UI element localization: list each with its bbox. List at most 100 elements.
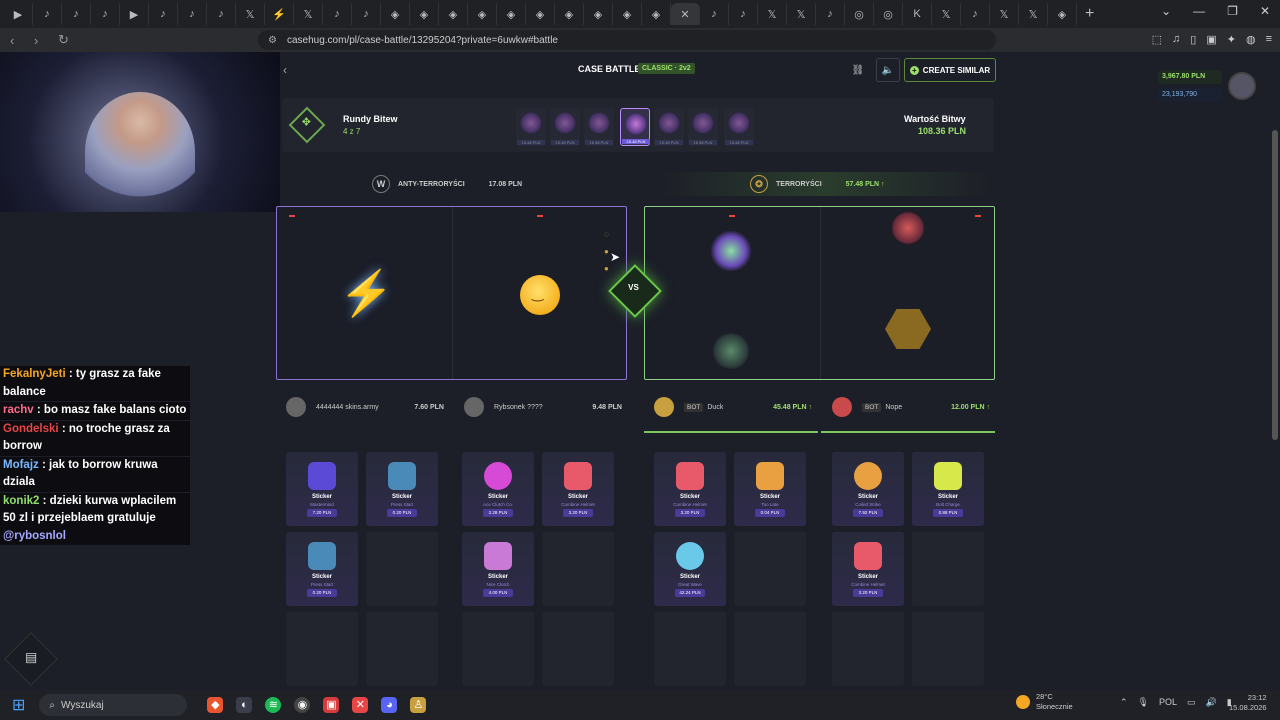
tab-x[interactable]: 𝕏: [236, 3, 265, 25]
round-case[interactable]: 15.48 PLN: [584, 108, 614, 146]
drop-card[interactable]: Sticker Coiled Strike 7.92 PLN: [832, 452, 904, 526]
new-tab-button[interactable]: +: [1085, 5, 1094, 23]
create-similar-button[interactable]: + CREATE SIMILAR: [904, 58, 996, 82]
tab-tiktok[interactable]: ♪: [62, 3, 91, 25]
tab-casehug[interactable]: ◈: [410, 3, 439, 25]
forward-icon[interactable]: ›: [34, 33, 48, 48]
extension-icon[interactable]: ⬚: [1152, 33, 1162, 46]
tab-instagram[interactable]: ◎: [845, 3, 874, 25]
back-arrow-icon[interactable]: ‹: [283, 63, 287, 77]
wallet-icon[interactable]: ▣: [1206, 33, 1216, 46]
player-slot[interactable]: BOT Nope 12.00 PLN ↑: [832, 392, 994, 422]
round-case[interactable]: 15.48 PLN: [654, 108, 684, 146]
drop-card[interactable]: Sticker Too Late 0.04 PLN: [734, 452, 806, 526]
round-case[interactable]: 15.48 PLN: [688, 108, 718, 146]
tab-kick[interactable]: K: [903, 3, 932, 25]
tab-tiktok[interactable]: ♪: [961, 3, 990, 25]
taskbar-clock[interactable]: 23:12 15.08.2026: [1229, 693, 1267, 713]
app-icon[interactable]: ♙: [410, 697, 427, 713]
language-indicator[interactable]: POL: [1159, 697, 1177, 708]
drop-card[interactable]: Sticker Combine Helmet 3.20 PLN: [542, 452, 614, 526]
volume-icon[interactable]: 🔊: [1206, 697, 1217, 708]
site-info-icon[interactable]: ⚙: [268, 35, 277, 46]
tab-casehug[interactable]: ◈: [468, 3, 497, 25]
leo-icon[interactable]: ✦: [1227, 33, 1236, 46]
tab-casehug[interactable]: ◈: [613, 3, 642, 25]
drop-card[interactable]: Sticker Ace Clutch Co. 2.28 PLN: [462, 452, 534, 526]
menu-icon[interactable]: ≡: [1266, 33, 1272, 46]
url-field[interactable]: ⚙ casehug.com/pl/case-battle/13295204?pr…: [258, 30, 996, 50]
app-icon[interactable]: ✕: [352, 697, 369, 713]
tab-x[interactable]: 𝕏: [787, 3, 816, 25]
tab-casehug[interactable]: ◈: [584, 3, 613, 25]
tab-tiktok[interactable]: ♪: [207, 3, 236, 25]
tab-youtube[interactable]: ▶: [4, 3, 33, 25]
drop-card[interactable]: Sticker Combine Helmet 3.20 PLN: [832, 532, 904, 606]
balance-badge[interactable]: 3,967.80 PLN: [1158, 70, 1222, 84]
page-scrollbar[interactable]: [1272, 130, 1278, 440]
round-case[interactable]: 15.48 PLN: [724, 108, 754, 146]
network-icon[interactable]: ▭: [1187, 697, 1196, 708]
chat-button[interactable]: ▤: [4, 632, 58, 686]
tab-tiktok[interactable]: ♪: [816, 3, 845, 25]
tab-tiktok[interactable]: ♪: [91, 3, 120, 25]
drop-card[interactable]: Sticker Press Start 0.20 PLN: [366, 452, 438, 526]
tab-tiktok[interactable]: ♪: [33, 3, 62, 25]
tab-tiktok[interactable]: ♪: [700, 3, 729, 25]
chevron-up-icon[interactable]: ⌃: [1120, 697, 1128, 708]
tab-x[interactable]: 𝕏: [758, 3, 787, 25]
sound-toggle-icon[interactable]: 🔈: [876, 58, 900, 82]
round-case[interactable]: 15.48 PLN: [550, 108, 580, 146]
tab-youtube[interactable]: ▶: [120, 3, 149, 25]
tab-tiktok[interactable]: ♪: [729, 3, 758, 25]
tab-x[interactable]: 𝕏: [990, 3, 1019, 25]
brave-icon[interactable]: ◆: [207, 697, 224, 713]
tab-casehug[interactable]: ◈: [439, 3, 468, 25]
back-icon[interactable]: ‹: [10, 33, 24, 48]
minimize-icon[interactable]: —: [1193, 4, 1205, 18]
start-windows-icon[interactable]: ⊞: [12, 695, 25, 715]
microphone-icon[interactable]: 🎙: [1138, 697, 1149, 708]
player-slot[interactable]: Rybsonek ???? 9.48 PLN: [464, 392, 626, 422]
drop-card[interactable]: Sticker Combine Helmet 3.20 PLN: [654, 452, 726, 526]
tab-casehug[interactable]: ◈: [381, 3, 410, 25]
reload-icon[interactable]: ↻: [58, 32, 72, 48]
close-window-icon[interactable]: ✕: [1260, 4, 1270, 18]
tab-casehug[interactable]: ◈: [555, 3, 584, 25]
tab-x[interactable]: 𝕏: [932, 3, 961, 25]
tab-active-close-icon[interactable]: ✕: [671, 3, 700, 25]
app-icon[interactable]: ▣: [323, 697, 340, 713]
tab-x[interactable]: 𝕏: [1019, 3, 1048, 25]
tab-tiktok[interactable]: ♪: [323, 3, 352, 25]
player-slot[interactable]: BOT Duck 45.48 PLN ↑: [654, 392, 816, 422]
tab-casehug[interactable]: ◈: [1048, 3, 1077, 25]
weather-widget[interactable]: 28°C Słonecznie: [1016, 692, 1073, 712]
round-case-active[interactable]: 15.48 PLN: [620, 108, 650, 146]
maximize-icon[interactable]: ❐: [1227, 4, 1238, 18]
media-icon[interactable]: ♫: [1172, 33, 1180, 46]
tab-tiktok[interactable]: ♪: [352, 3, 381, 25]
drop-card[interactable]: Sticker Mastermind 7.20 PLN: [286, 452, 358, 526]
round-case[interactable]: 15.48 PLN: [516, 108, 546, 146]
drop-card[interactable]: Sticker Nice Clutch 4.00 PLN: [462, 532, 534, 606]
tab-x[interactable]: 𝕏: [294, 3, 323, 25]
tab-instagram[interactable]: ◎: [874, 3, 903, 25]
drop-card[interactable]: Sticker Press Start 0.20 PLN: [286, 532, 358, 606]
sidebar-icon[interactable]: ▯: [1190, 33, 1196, 46]
tab-casehug[interactable]: ◈: [526, 3, 555, 25]
discord-icon[interactable]: ◕: [381, 697, 398, 713]
taskbar-search[interactable]: ⌕ Wyszukaj: [39, 694, 188, 716]
tab-tiktok[interactable]: ♪: [149, 3, 178, 25]
tab-search-chevron-icon[interactable]: ⌄: [1161, 4, 1171, 18]
player-slot[interactable]: 4444444 skins.army 7.60 PLN: [286, 392, 448, 422]
link-icon[interactable]: ⛓: [848, 58, 868, 82]
spotify-icon[interactable]: ≋: [265, 697, 282, 713]
vpn-icon[interactable]: ◍: [1246, 33, 1256, 46]
tab-twitch[interactable]: ⚡: [265, 3, 294, 25]
user-avatar[interactable]: [1228, 72, 1256, 100]
drop-card[interactable]: Sticker Bolt Charge 0.88 PLN: [912, 452, 984, 526]
app-icon[interactable]: ◐: [236, 697, 253, 713]
tab-casehug[interactable]: ◈: [642, 3, 671, 25]
drop-card[interactable]: Sticker Great Wave 42.24 PLN: [654, 532, 726, 606]
tab-tiktok[interactable]: ♪: [178, 3, 207, 25]
